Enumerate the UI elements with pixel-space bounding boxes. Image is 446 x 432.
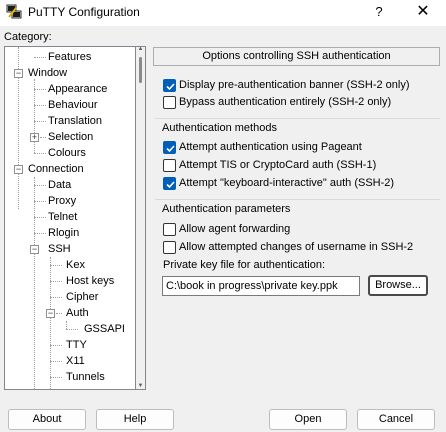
auth-params-heading: Authentication parameters	[162, 203, 291, 215]
checkbox-unchecked-icon	[163, 159, 176, 172]
checkbox-checked-icon	[163, 141, 176, 154]
auth-collapse-icon[interactable]: −	[46, 309, 55, 318]
tree-item-telnet[interactable]: Telnet	[48, 209, 77, 225]
tree-scrollbar[interactable]: ▲ ▼	[136, 46, 146, 390]
browse-button[interactable]: Browse...	[368, 275, 428, 296]
close-icon[interactable]: ✕	[410, 3, 436, 21]
key-file-input[interactable]: C:\book in progress\private key.ppk	[162, 276, 360, 296]
tree-item-ssh[interactable]: SSH	[48, 241, 71, 257]
tree-item-kex[interactable]: Kex	[66, 257, 85, 273]
scroll-thumb[interactable]	[139, 57, 142, 83]
about-button[interactable]: About	[8, 409, 86, 430]
tree-item-colours[interactable]: Colours	[48, 145, 86, 161]
category-tree[interactable]: − + − − − Features Window Appearance Beh…	[4, 46, 136, 390]
tree-item-host-keys[interactable]: Host keys	[66, 273, 114, 289]
category-label: Category:	[4, 31, 52, 43]
help-button[interactable]: Help	[96, 409, 174, 430]
scroll-up-icon[interactable]: ▲	[137, 46, 144, 52]
tree-item-tunnels[interactable]: Tunnels	[66, 369, 105, 385]
tree-item-proxy[interactable]: Proxy	[48, 193, 76, 209]
open-button[interactable]: Open	[269, 409, 347, 430]
tree-item-behaviour[interactable]: Behaviour	[48, 97, 98, 113]
tree-item-selection[interactable]: Selection	[48, 129, 93, 145]
key-file-label: Private key file for authentication:	[163, 259, 326, 271]
tree-item-data[interactable]: Data	[48, 177, 71, 193]
window-collapse-icon[interactable]: −	[14, 69, 23, 78]
tree-item-appearance[interactable]: Appearance	[48, 81, 107, 97]
tree-item-gssapi[interactable]: GSSAPI	[84, 321, 125, 337]
auth-methods-heading: Authentication methods	[162, 122, 277, 134]
tree-item-auth[interactable]: Auth	[66, 305, 89, 321]
scroll-down-icon[interactable]: ▼	[137, 383, 144, 389]
checkbox-checked-icon	[163, 177, 176, 190]
checkbox-checked-icon	[163, 79, 176, 92]
connection-collapse-icon[interactable]: −	[14, 165, 23, 174]
help-icon[interactable]: ?	[366, 3, 392, 21]
tree-item-connection[interactable]: Connection	[28, 161, 84, 177]
checkbox-unchecked-icon	[163, 223, 176, 236]
tree-item-cipher[interactable]: Cipher	[66, 289, 98, 305]
tree-item-translation[interactable]: Translation	[48, 113, 102, 129]
tree-item-features[interactable]: Features	[48, 49, 91, 65]
window-title: PuTTY Configuration	[28, 5, 140, 19]
ssh-collapse-icon[interactable]: −	[30, 245, 39, 254]
title-bar[interactable]: PuTTY Configuration ? ✕	[0, 0, 446, 26]
checkbox-unchecked-icon	[163, 241, 176, 254]
tree-item-window[interactable]: Window	[28, 65, 67, 81]
selection-expand-icon[interactable]: +	[30, 133, 39, 142]
panel-header: Options controlling SSH authentication	[153, 47, 440, 66]
putty-app-icon	[6, 4, 22, 20]
tree-item-tty[interactable]: TTY	[66, 337, 87, 353]
checkbox-unchecked-icon	[163, 96, 176, 109]
tree-item-x11[interactable]: X11	[66, 353, 85, 369]
cancel-button[interactable]: Cancel	[357, 409, 435, 430]
tree-item-rlogin[interactable]: Rlogin	[48, 225, 79, 241]
